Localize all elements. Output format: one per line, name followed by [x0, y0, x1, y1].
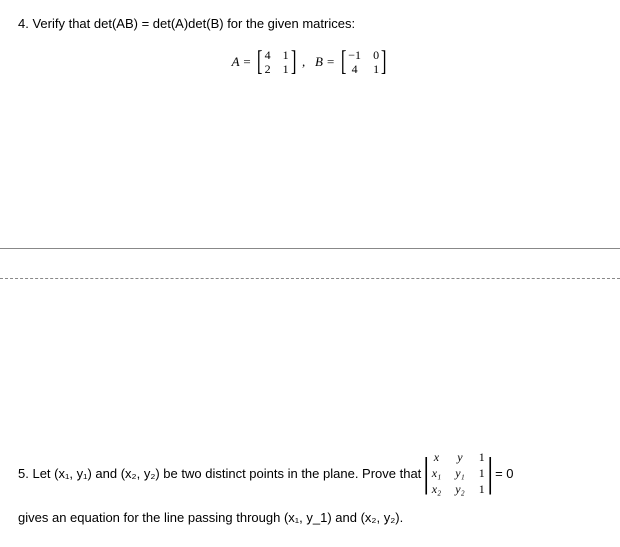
matrix-b-22: 1: [373, 62, 379, 76]
comma: ,: [302, 54, 305, 70]
matrix-b-12: 0: [373, 48, 379, 62]
matrix-b-21: 4: [348, 62, 361, 76]
matrix-b: [ −1 0 4 1 ]: [339, 48, 388, 76]
matrix-b-cells: −1 0 4 1: [348, 48, 379, 76]
det-bar-left-icon: |: [424, 453, 429, 493]
problem-4-matrices: A = [ 4 1 2 1 ] , B = [ −1 0 4: [18, 48, 602, 76]
problem-4: 4. Verify that det(AB) = det(A)det(B) fo…: [18, 14, 602, 76]
det-32: y₂: [455, 482, 465, 496]
problem-4-number: 4.: [18, 16, 29, 31]
matrix-a-11: 4: [265, 48, 271, 62]
left-bracket-icon: [: [257, 48, 263, 76]
problem-5-text-after: gives an equation for the line passing t…: [18, 510, 602, 525]
det-23: 1: [479, 466, 485, 480]
equals-zero: = 0: [495, 466, 513, 481]
problem-5-text-before: Let (x₁, y₁) and (x₂, y₂) be two distinc…: [32, 466, 421, 481]
problem-5-number: 5.: [18, 466, 29, 481]
right-bracket-icon: ]: [381, 48, 387, 76]
divider-dashed: [0, 278, 620, 279]
determinant: | x y 1 x₁ y₁ 1 x₂ y₂ 1 |: [421, 450, 495, 496]
det-21: x₁: [432, 466, 442, 480]
determinant-cells: x y 1 x₁ y₁ 1 x₂ y₂ 1: [432, 450, 485, 496]
matrix-a-22: 1: [283, 62, 289, 76]
right-bracket-icon: ]: [291, 48, 297, 76]
matrix-a-cells: 4 1 2 1: [265, 48, 289, 76]
det-22: y₁: [455, 466, 465, 480]
matrix-a-21: 2: [265, 62, 271, 76]
left-bracket-icon: [: [341, 48, 347, 76]
det-31: x₂: [432, 482, 442, 496]
problem-4-text: Verify that det(AB) = det(A)det(B) for t…: [32, 16, 355, 31]
divider-solid: [0, 248, 620, 249]
matrix-b-block: B = [ −1 0 4 1 ]: [315, 48, 388, 76]
matrix-a-label: A =: [232, 54, 252, 70]
matrix-a-block: A = [ 4 1 2 1 ] ,: [232, 48, 306, 76]
problem-5-line1: 5. Let (x₁, y₁) and (x₂, y₂) be two dist…: [18, 450, 602, 496]
det-bar-right-icon: |: [487, 453, 492, 493]
matrix-a-12: 1: [283, 48, 289, 62]
det-33: 1: [479, 482, 485, 496]
det-13: 1: [479, 450, 485, 464]
matrix-b-label: B =: [315, 54, 335, 70]
det-12: y: [455, 450, 465, 464]
matrix-a: [ 4 1 2 1 ]: [255, 48, 298, 76]
matrix-b-11: −1: [348, 48, 361, 62]
problem-4-statement: 4. Verify that det(AB) = det(A)det(B) fo…: [18, 14, 602, 34]
det-11: x: [432, 450, 442, 464]
problem-5: 5. Let (x₁, y₁) and (x₂, y₂) be two dist…: [18, 450, 602, 525]
